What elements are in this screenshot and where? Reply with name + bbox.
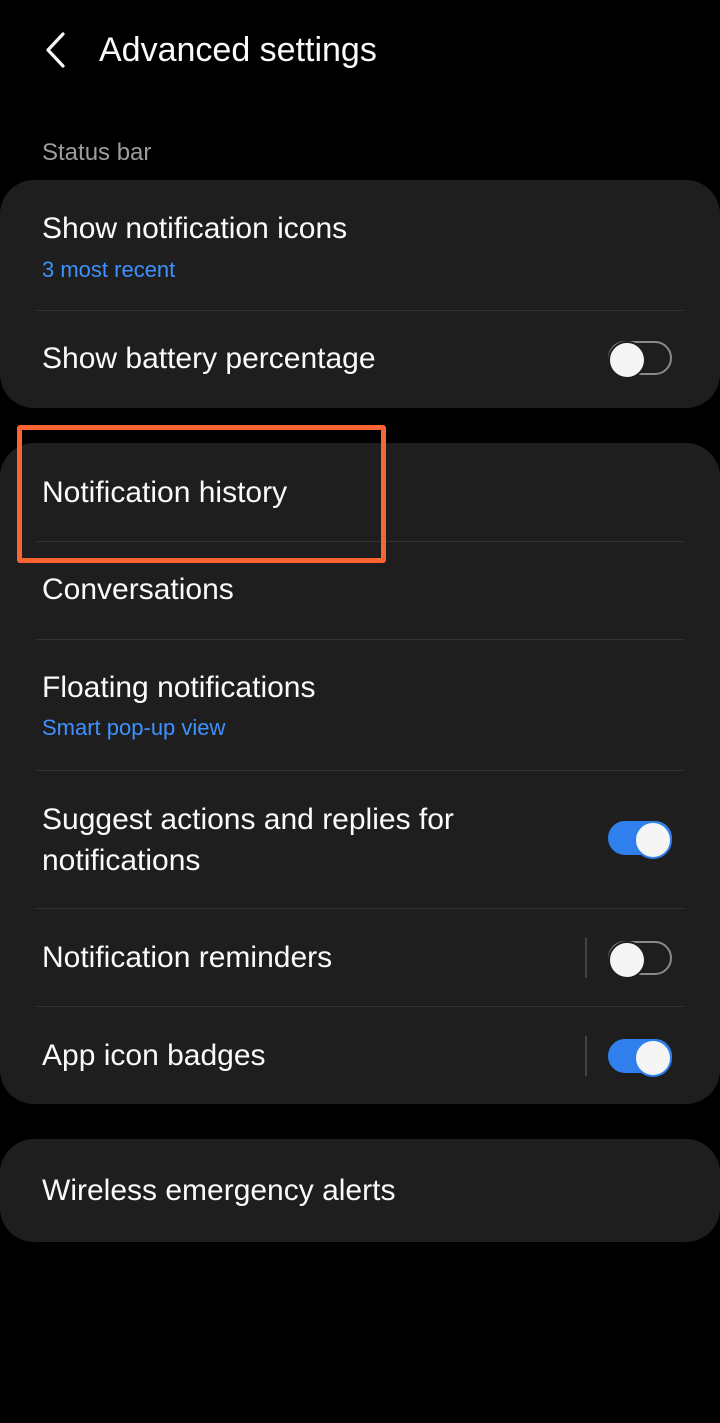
notification-reminders-title: Notification reminders xyxy=(42,941,333,974)
vertical-separator xyxy=(585,1036,587,1076)
show-battery-percentage-item[interactable]: Show battery percentage xyxy=(0,311,720,408)
notification-history-title: Notification history xyxy=(42,476,288,509)
floating-notifications-title: Floating notifications xyxy=(42,671,316,704)
battery-percentage-toggle[interactable] xyxy=(608,341,672,379)
suggest-actions-item[interactable]: Suggest actions and replies for notifica… xyxy=(0,771,720,908)
toggle-knob xyxy=(634,1039,672,1077)
floating-notifications-item[interactable]: Floating notifications Smart pop-up view xyxy=(0,640,720,770)
notification-history-item[interactable]: Notification history xyxy=(0,443,720,541)
chevron-left-icon xyxy=(43,30,67,70)
notifications-card: Notification history Conversations Float… xyxy=(0,443,720,1104)
notification-reminders-toggle[interactable] xyxy=(608,941,672,979)
app-icon-badges-toggle[interactable] xyxy=(608,1039,672,1077)
toggle-knob xyxy=(608,941,646,979)
alerts-card: Wireless emergency alerts xyxy=(0,1139,720,1242)
wireless-emergency-alerts-item[interactable]: Wireless emergency alerts xyxy=(0,1139,720,1242)
show-battery-percentage-title: Show battery percentage xyxy=(42,342,376,375)
conversations-title: Conversations xyxy=(42,573,234,606)
conversations-item[interactable]: Conversations xyxy=(0,542,720,639)
wireless-emergency-alerts-title: Wireless emergency alerts xyxy=(42,1174,396,1207)
app-header: Advanced settings xyxy=(0,0,720,100)
back-button[interactable] xyxy=(30,22,80,78)
floating-notifications-subtitle: Smart pop-up view xyxy=(42,715,226,740)
show-notification-icons-subtitle: 3 most recent xyxy=(42,257,176,282)
toggle-knob xyxy=(634,821,672,859)
vertical-separator xyxy=(585,938,587,978)
app-icon-badges-title: App icon badges xyxy=(42,1039,266,1072)
notification-reminders-item[interactable]: Notification reminders xyxy=(0,909,720,1006)
status-bar-card: Show notification icons 3 most recent Sh… xyxy=(0,180,720,408)
page-title: Advanced settings xyxy=(99,31,377,69)
suggest-actions-toggle[interactable] xyxy=(608,821,672,859)
toggle-knob xyxy=(608,341,646,379)
app-icon-badges-item[interactable]: App icon badges xyxy=(0,1007,720,1104)
section-label-status-bar: Status bar xyxy=(42,139,152,166)
show-notification-icons-title: Show notification icons xyxy=(42,212,348,245)
suggest-actions-title: Suggest actions and replies for notifica… xyxy=(42,803,454,877)
show-notification-icons-item[interactable]: Show notification icons 3 most recent xyxy=(0,180,720,310)
